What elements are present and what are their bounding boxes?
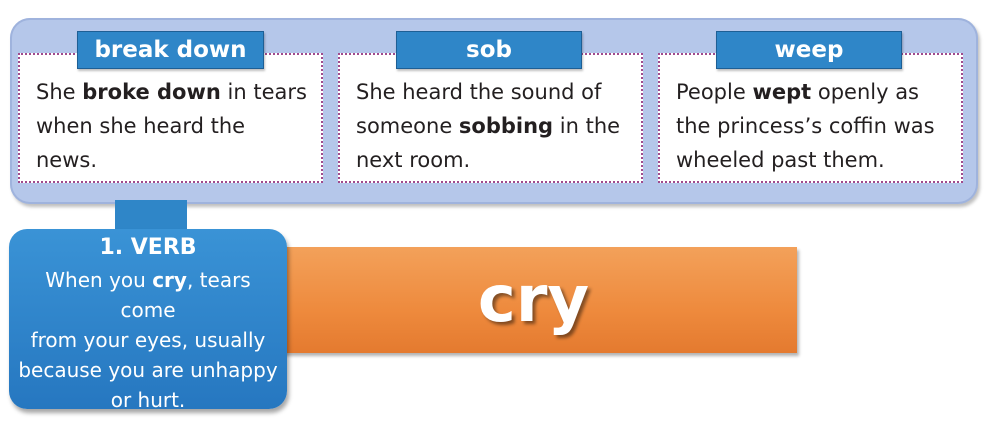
synonym-example-break-down: She broke down in tears when she heard th… xyxy=(36,80,307,172)
headword-bar: cry xyxy=(270,247,797,353)
synonym-tab-break-down: break down xyxy=(77,31,264,69)
synonym-card-sob: She heard the sound of someone sobbing in… xyxy=(338,53,643,183)
synonym-card-break-down: She broke down in tears when she heard th… xyxy=(18,53,323,183)
headword: cry xyxy=(477,263,590,337)
synonym-tab-sob: sob xyxy=(396,31,582,69)
definition-heading: 1. VERB xyxy=(99,235,197,260)
synonym-card-weep: People wept openly as the princess’s coff… xyxy=(658,53,963,183)
synonym-example-sob: She heard the sound of someone sobbing in… xyxy=(356,80,621,172)
synonym-example-weep: People wept openly as the princess’s coff… xyxy=(676,80,935,172)
synonym-tab-weep: weep xyxy=(716,31,902,69)
definition-text: When you cry, tears come from your eyes, … xyxy=(18,268,278,412)
definition-box: 1. VERB When you cry, tears come from you… xyxy=(9,229,287,412)
